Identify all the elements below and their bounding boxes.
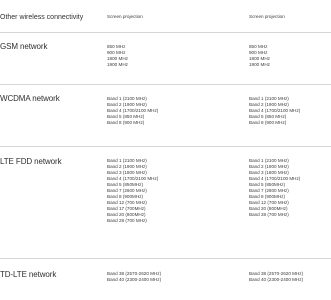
left-column-values: Band 38 (2570-2620 MHz) Band 40 (2300-24… [107, 271, 161, 283]
spec-value: Band 28 (700 MHz) [249, 212, 289, 217]
right-column-values: Band 1 (2100 MHz) Band 2 (1900 MHz) Band… [249, 158, 300, 218]
row-heading-gsm: GSM network [0, 42, 48, 51]
spec-value: Band 40 (2300-2400 MHz) [249, 277, 304, 282]
spec-value: 1900 MHz [249, 62, 270, 67]
row-divider [0, 32, 331, 33]
spec-value: Screen projection [107, 14, 143, 19]
specifications-table: Other wireless connectivity Screen proje… [0, 0, 331, 300]
spec-value: Band 28 (700 MHz) [107, 218, 147, 223]
spec-value: 1900 MHz [107, 62, 128, 67]
row-divider [0, 258, 331, 259]
left-column-values: 850 MHz 900 MHz 1800 MHz 1900 MHz [107, 44, 128, 68]
left-column-values: Band 1 (2100 MHz) Band 2 (1900 MHz) Band… [107, 158, 158, 224]
right-column-values: Screen projection [249, 14, 285, 20]
right-column-values: Band 1 (2100 MHz) Band 2 (1900 MHz) Band… [249, 96, 300, 126]
left-column-values: Screen projection [107, 14, 143, 20]
right-column-values: 850 MHz 900 MHz 1800 MHz 1900 MHz [249, 44, 270, 68]
row-heading-td-lte: TD-LTE network [0, 270, 57, 279]
row-heading-lte-fdd: LTE FDD network [0, 157, 62, 166]
row-heading-other-wireless: Other wireless connectivity [0, 14, 84, 21]
spec-value: Band 40 (2300-2400 MHz) [107, 277, 162, 282]
row-heading-wcdma: WCDMA network [0, 94, 60, 103]
row-divider [0, 84, 331, 85]
spec-value: Band 8 (900 MHz) [249, 120, 287, 125]
row-divider [0, 146, 331, 147]
right-column-values: Band 38 (2570-2620 MHz) Band 40 (2300-24… [249, 271, 303, 283]
left-column-values: Band 1 (2100 MHz) Band 2 (1900 MHz) Band… [107, 96, 158, 126]
spec-value: Band 8 (900 MHz) [107, 120, 145, 125]
spec-value: Screen projection [249, 14, 285, 19]
